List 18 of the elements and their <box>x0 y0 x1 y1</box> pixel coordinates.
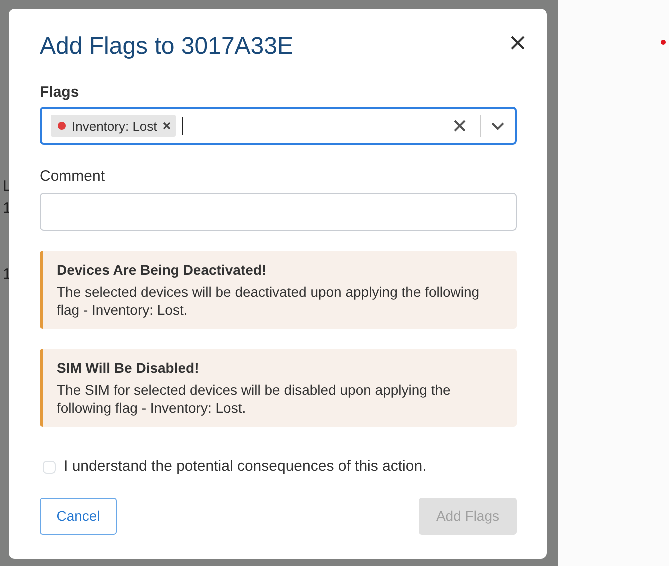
alert-text: The selected devices will be deactivated upon applying the following flag - Inventory: Lost. <box>57 282 481 319</box>
chevron-down-icon[interactable] <box>491 122 505 131</box>
alert-text: The SIM for selected devices will be disabled upon applying the following flag - Inventory: Lost. <box>57 380 452 417</box>
close-icon <box>511 36 525 50</box>
flags-select[interactable]: Inventory: Lost <box>40 107 517 146</box>
alert-title: SIM Will Be Disabled! <box>57 358 200 377</box>
alert-title: Devices Are Being Deactivated! <box>57 260 268 279</box>
checkbox-label[interactable]: I understand the potential consequences of this action. <box>64 456 427 478</box>
comment-field[interactable] <box>40 192 517 231</box>
field-label: Flags <box>40 82 80 103</box>
field-label: Comment <box>40 167 106 188</box>
clear-icon[interactable] <box>454 120 466 132</box>
remove-chip-icon[interactable] <box>163 122 172 130</box>
chip-label: Inventory: Lost <box>72 118 158 136</box>
text-cursor <box>182 117 184 136</box>
confirm-checkbox[interactable] <box>43 460 56 474</box>
dialog-title: Add Flags to 3017A33E <box>40 33 295 62</box>
cancel-button[interactable]: Cancel <box>40 498 117 536</box>
